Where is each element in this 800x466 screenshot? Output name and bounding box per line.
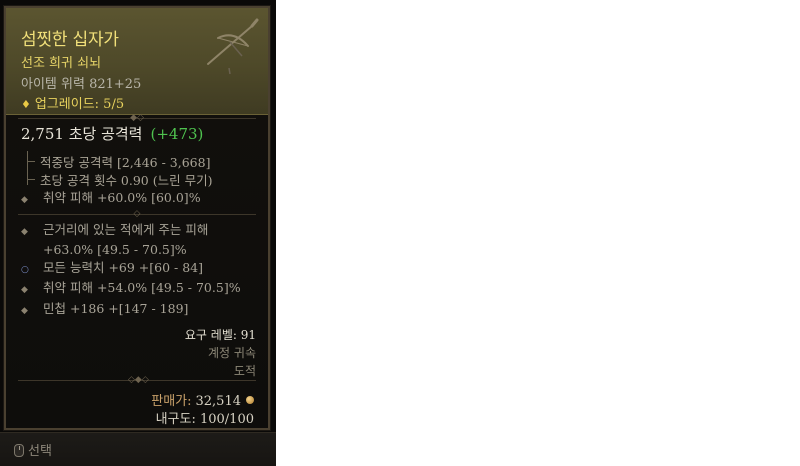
section-divider: ◇ <box>18 210 256 219</box>
attacks-per-second: 초당 공격 횟수 0.90 (느린 무기) <box>40 173 213 188</box>
implicit-affix: ◆ 취약 피해 +60.0% [60.0]% <box>21 189 201 209</box>
section-divider: ◆◇ <box>18 114 256 123</box>
affix-item: ○ 모든 능력치 +69 +[60 - 84] <box>21 259 203 279</box>
tooltip-header: 섬찟한 십자가 선조 희귀 쇠뇌 아이템 위력 821+25 ♦ 업그레이드: 5… <box>6 8 268 115</box>
diamond-icon: ♦ <box>21 98 31 111</box>
mouse-icon <box>14 444 24 457</box>
affix-item: ◆ 근거리에 있는 적에게 주는 피해 +63.0% [49.5 - 70.5]% <box>21 221 208 259</box>
affix-bullet-icon: ◆ <box>21 195 28 205</box>
implicit-text: 취약 피해 +60.0% [60.0]% <box>43 190 201 205</box>
dps-number: 2,751 초당 공격력 <box>21 125 143 143</box>
item-power: 아이템 위력 821+25 <box>21 77 142 92</box>
affix-bullet-icon: ◆ <box>21 227 28 237</box>
sell-value: 32,514 <box>195 394 242 409</box>
affix-text: 모든 능력치 +69 +[60 - 84] <box>43 260 204 275</box>
tooltip-footer: 선택 <box>0 432 276 466</box>
select-hint[interactable]: 선택 <box>14 440 52 459</box>
affix-text: 취약 피해 +54.0% [49.5 - 70.5]% <box>43 280 241 295</box>
crossbow-icon <box>207 18 259 75</box>
dps-bonus: (+473) <box>150 125 204 143</box>
dps-value: 2,751 초당 공격력 (+473) <box>21 123 203 144</box>
durability: 내구도: 100/100 <box>155 412 254 427</box>
sell-price: 판매가: 32,514 <box>151 390 254 409</box>
affix-item: ◆ 민첩 +186 +[147 - 189] <box>21 300 188 320</box>
affix-text: +63.0% [49.5 - 70.5]% <box>43 242 187 257</box>
item-type: 선조 희귀 쇠뇌 <box>21 56 102 71</box>
tooltip-frame: 섬찟한 십자가 선조 희귀 쇠뇌 아이템 위력 821+25 ♦ 업그레이드: 5… <box>3 5 271 431</box>
affix-bullet-icon: ◆ <box>21 285 28 295</box>
affix-text: 민첩 +186 +[147 - 189] <box>43 301 189 316</box>
affix-bullet-icon: ◆ <box>21 306 28 316</box>
section-divider: ◇◆◇ <box>18 376 256 385</box>
damage-per-hit: 적중당 공격력 [2,446 - 3,668] <box>40 155 211 170</box>
item-name: 섬찟한 십자가 <box>21 30 119 50</box>
upgrade-text: 업그레이드: 5/5 <box>34 97 125 112</box>
required-level: 요구 레벨: 91 <box>184 328 256 342</box>
affix-text: 근거리에 있는 적에게 주는 피해 <box>43 222 209 237</box>
gold-coin-icon <box>246 396 254 404</box>
item-upgrade: ♦ 업그레이드: 5/5 <box>21 93 124 112</box>
account-bound: 계정 귀속 <box>208 346 256 360</box>
affix-item: ◆ 취약 피해 +54.0% [49.5 - 70.5]% <box>21 279 241 299</box>
affix-bullet-icon: ○ <box>21 265 29 275</box>
select-label: 선택 <box>28 444 52 459</box>
item-tooltip: 섬찟한 십자가 선조 희귀 쇠뇌 아이템 위력 821+25 ♦ 업그레이드: 5… <box>0 0 276 466</box>
sell-label: 판매가: <box>151 394 192 409</box>
